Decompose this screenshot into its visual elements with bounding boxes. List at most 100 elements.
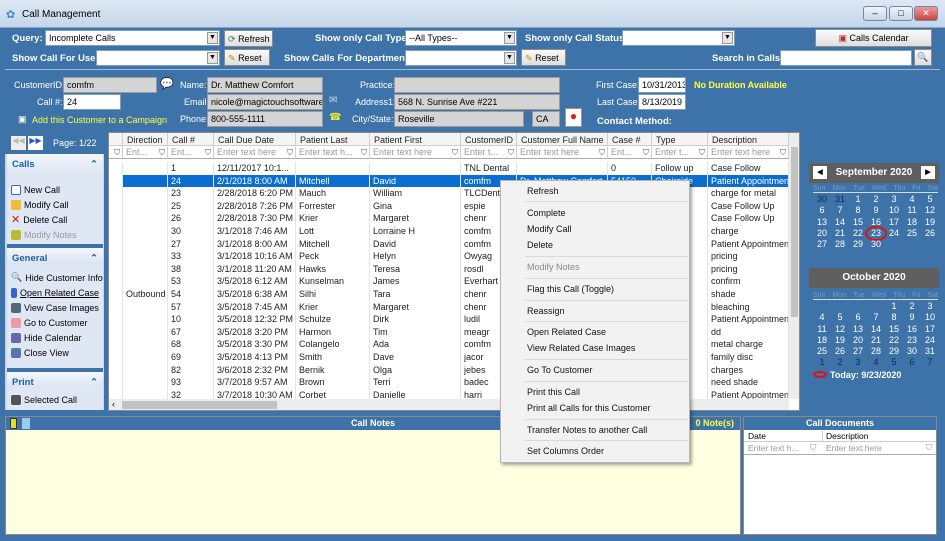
- hide-calendar-item[interactable]: Hide Calendar: [7, 330, 103, 345]
- grid-cell[interactable]: Lott: [296, 225, 370, 238]
- grid-cell[interactable]: [123, 187, 168, 200]
- calendar-day[interactable]: 3: [885, 194, 903, 205]
- grid-cell[interactable]: 3/5/2018 6:38 AM: [214, 288, 296, 301]
- grid-cell[interactable]: Schulze: [296, 313, 370, 326]
- user-select[interactable]: ▼: [96, 50, 220, 66]
- calendar-day[interactable]: 2: [831, 357, 849, 368]
- print-group-header[interactable]: Print ⌃: [7, 368, 103, 388]
- grid-cell[interactable]: 3/5/2018 4:13 PM: [214, 351, 296, 364]
- description-column-header[interactable]: Description: [822, 431, 869, 441]
- menu-item-print-all-calls-for-this-customer[interactable]: Print all Calls for this Customer: [527, 403, 651, 413]
- grid-cell[interactable]: 24: [168, 174, 214, 188]
- calendar-day[interactable]: 9: [867, 205, 885, 216]
- grid-cell[interactable]: Terri: [370, 376, 461, 389]
- grid-cell[interactable]: Follow up: [652, 162, 708, 175]
- add-to-campaign-link[interactable]: Add this Customer to a Campaign: [32, 115, 167, 125]
- calendar-day[interactable]: 21: [831, 228, 849, 239]
- reset-user-button[interactable]: ✎ Reset: [224, 49, 270, 66]
- call-type-select[interactable]: --All Types-- ▼: [405, 30, 517, 46]
- grid-cell[interactable]: Mitchell: [296, 174, 370, 188]
- grid-cell[interactable]: 3/5/2018 6:12 AM: [214, 275, 296, 288]
- calendar-day[interactable]: 14: [831, 217, 849, 228]
- calendar-day[interactable]: 19: [921, 217, 939, 228]
- row-indicator[interactable]: [109, 262, 123, 276]
- grid-cell[interactable]: Teresa: [370, 262, 461, 276]
- grid-cell[interactable]: [123, 300, 168, 314]
- calendar-day[interactable]: 10: [921, 312, 939, 323]
- grid-cell[interactable]: [123, 325, 168, 339]
- calendar-day[interactable]: 26: [831, 346, 849, 357]
- grid-cell[interactable]: Kunselman: [296, 275, 370, 288]
- next-month-button[interactable]: ▶: [921, 166, 935, 179]
- grid-cell[interactable]: TNL Dental: [461, 162, 517, 175]
- prev-month-button[interactable]: ◀: [813, 166, 827, 179]
- column-header[interactable]: CustomerID: [461, 133, 517, 146]
- grid-cell[interactable]: James: [370, 275, 461, 288]
- calendar-day[interactable]: 4: [903, 194, 921, 205]
- grid-cell[interactable]: 68: [168, 338, 214, 351]
- row-indicator[interactable]: ⛉: [109, 146, 123, 159]
- grid-cell[interactable]: Dave: [370, 351, 461, 364]
- grid-cell[interactable]: [123, 338, 168, 351]
- grid-cell[interactable]: [123, 262, 168, 276]
- grid-cell[interactable]: [370, 162, 461, 175]
- first-case-field[interactable]: 10/31/2013: [638, 77, 686, 93]
- customer-id-field[interactable]: comfm: [63, 77, 157, 93]
- grid-cell[interactable]: confirm: [708, 275, 789, 288]
- vertical-scrollbar[interactable]: [789, 133, 799, 399]
- close-button[interactable]: ✕: [914, 6, 938, 21]
- notes-icon[interactable]: [10, 418, 17, 429]
- column-filter[interactable]: Ent... ⛉: [123, 146, 168, 159]
- grid-cell[interactable]: [123, 199, 168, 213]
- grid-cell[interactable]: Lorraine H: [370, 225, 461, 238]
- menu-item-delete[interactable]: Delete: [527, 240, 553, 250]
- grid-cell[interactable]: 2/28/2018 7:30 PM: [214, 212, 296, 225]
- grid-cell[interactable]: 3/5/2018 3:20 PM: [214, 325, 296, 339]
- grid-cell[interactable]: Case Follow Up: [708, 199, 789, 213]
- grid-cell[interactable]: [123, 225, 168, 238]
- grid-cell[interactable]: 3/6/2018 2:32 PM: [214, 363, 296, 377]
- grid-cell[interactable]: [123, 162, 168, 175]
- column-filter[interactable]: Enter t... ⛉: [461, 146, 517, 159]
- menu-item-view-related-case-images[interactable]: View Related Case Images: [527, 343, 635, 353]
- grid-cell[interactable]: family disc: [708, 351, 789, 364]
- calendar-day[interactable]: 31: [831, 194, 849, 205]
- modify-call-item[interactable]: Modify Call: [7, 197, 103, 212]
- document-icon[interactable]: [22, 418, 30, 429]
- menu-item-open-related-case[interactable]: Open Related Case: [527, 327, 606, 337]
- minimize-button[interactable]: –: [863, 6, 887, 21]
- refresh-button[interactable]: ⟳ Refresh: [224, 30, 273, 47]
- next-page-button[interactable]: ▶▶: [28, 136, 43, 150]
- grid-cell[interactable]: 2/1/2018 8:00 AM: [214, 174, 296, 188]
- grid-cell[interactable]: Bernik: [296, 363, 370, 377]
- calendar-day[interactable]: 25: [903, 228, 921, 239]
- call-status-select[interactable]: ▼: [622, 30, 735, 46]
- grid-cell[interactable]: David: [370, 174, 461, 188]
- column-filter[interactable]: Ent... ⛉: [168, 146, 214, 159]
- calendar-day[interactable]: 1: [849, 194, 867, 205]
- column-header[interactable]: Customer Full Name: [517, 133, 608, 146]
- column-header[interactable]: Call Due Date: [214, 133, 296, 146]
- calendar-day[interactable]: 17: [885, 217, 903, 228]
- calendar-day[interactable]: 22: [849, 228, 867, 239]
- grid-cell[interactable]: 1: [168, 162, 214, 175]
- column-header[interactable]: Description: [708, 133, 789, 146]
- calendar-day[interactable]: 12: [921, 205, 939, 216]
- calendar-day[interactable]: 3: [921, 301, 939, 312]
- grid-cell[interactable]: charge: [708, 225, 789, 238]
- calendar-day[interactable]: 30: [867, 239, 885, 250]
- calendar-day[interactable]: 13: [849, 324, 867, 335]
- grid-cell[interactable]: [123, 376, 168, 389]
- calls-calendar-button[interactable]: ▣ Calls Calendar: [815, 29, 932, 47]
- grid-cell[interactable]: [296, 162, 370, 175]
- calendar-day[interactable]: 6: [903, 357, 921, 368]
- row-indicator[interactable]: [109, 313, 123, 326]
- menu-item-refresh[interactable]: Refresh: [527, 186, 559, 196]
- calendar-day[interactable]: 24: [921, 335, 939, 346]
- calendar-day[interactable]: 21: [867, 335, 885, 346]
- filter-icon[interactable]: ⛉: [643, 148, 649, 158]
- grid-cell[interactable]: Smith: [296, 351, 370, 364]
- row-indicator[interactable]: [109, 199, 123, 213]
- grid-cell[interactable]: need shade: [708, 376, 789, 389]
- grid-cell[interactable]: 3/1/2018 10:16 AM: [214, 250, 296, 263]
